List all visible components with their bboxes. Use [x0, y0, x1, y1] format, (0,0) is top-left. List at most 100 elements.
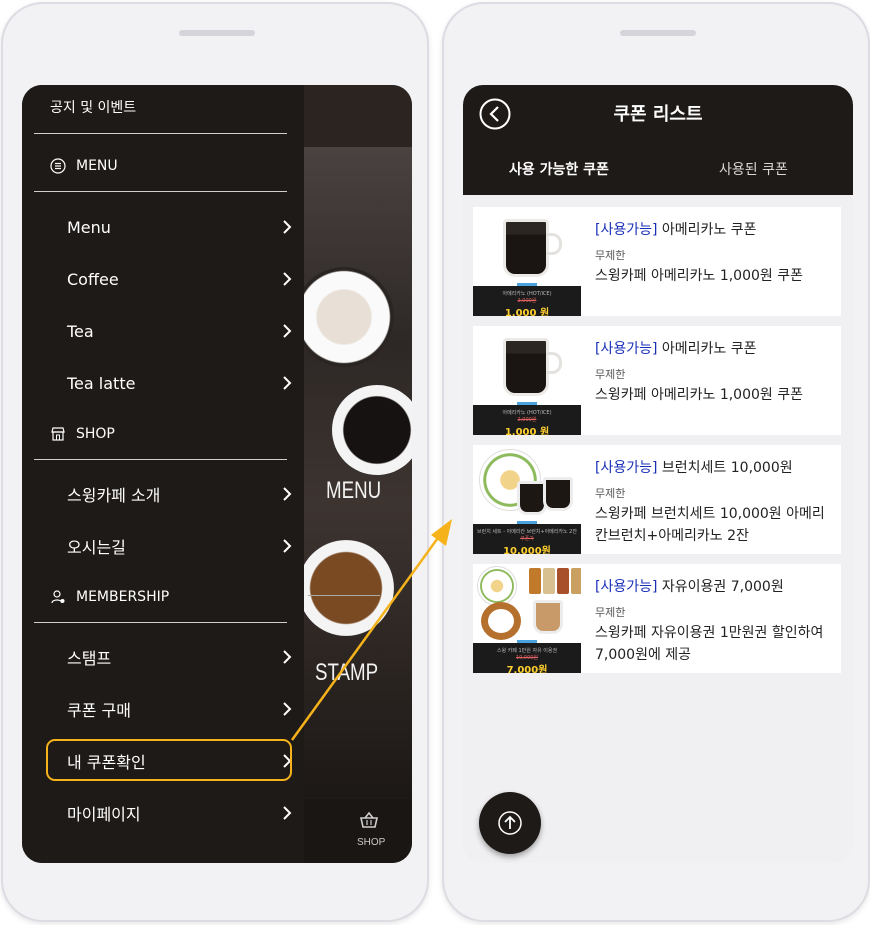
thumb-caption: 스윙 카페 1만원 자유 이용권 — [496, 648, 558, 654]
chevron-right-icon — [283, 220, 292, 234]
drawer-item-tea-latte[interactable]: Tea latte — [67, 367, 293, 399]
chevron-right-icon — [283, 324, 292, 338]
background-stamp-label[interactable]: STAMP — [315, 659, 378, 687]
section-menu-header: MENU — [50, 155, 118, 177]
tab-available-coupons[interactable]: 사용 가능한 쿠폰 — [509, 159, 609, 179]
section-menu-label: MENU — [76, 158, 118, 174]
section-shop-header: SHOP — [50, 423, 115, 445]
availability-tag: [사용가능] — [595, 341, 658, 357]
drawer-item-label: 마이페이지 — [67, 805, 141, 824]
coupon-name: 브런치세트 10,000원 — [657, 460, 793, 476]
speaker-grille — [179, 30, 255, 36]
thumb-caption: 아메리카노 (HOT/ICE) — [502, 291, 552, 297]
menu-list-icon — [50, 158, 66, 174]
coupon-card[interactable]: 브런치 세트 - 아메리칸 브런치+아메리카노 2잔 쿠폰가 10,000원 [… — [473, 445, 841, 554]
coupon-name: 자유이용권 7,000원 — [657, 579, 784, 595]
section-membership-header: MEMBERSHIP — [50, 586, 169, 608]
right-screen: 쿠폰 리스트 사용 가능한 쿠폰 사용된 쿠폰 아메리카노 (HOT/ICE) … — [463, 85, 853, 863]
coupon-card[interactable]: 스윙 카페 1만원 자유 이용권 10,000원 7,000원 [사용가능] 자… — [473, 564, 841, 673]
drawer-item-label: 쿠폰 구매 — [67, 701, 131, 720]
coupon-card[interactable]: 아메리카노 (HOT/ICE) 2,000원 1,000 원 [사용가능] 아메… — [473, 207, 841, 316]
coupon-thumbnail-americano: 아메리카노 (HOT/ICE) 2,000원 1,000 원 — [473, 207, 581, 316]
arrow-up-icon — [498, 811, 522, 835]
thumb-price: 1,000 원 — [504, 427, 550, 435]
thumb-caption: 아메리카노 (HOT/ICE) — [502, 410, 552, 416]
thumb-price: 10,000원 — [503, 546, 551, 554]
highlight-my-coupons-box — [46, 739, 292, 781]
divider — [34, 459, 287, 460]
chevron-right-icon — [283, 539, 292, 553]
availability-tag: [사용가능] — [595, 579, 658, 595]
drawer-item-stamp[interactable]: 스탬프 — [67, 641, 293, 673]
drawer-item-tea[interactable]: Tea — [67, 315, 293, 347]
availability-tag: [사용가능] — [595, 460, 658, 476]
store-icon — [51, 427, 65, 441]
chevron-right-icon — [283, 272, 292, 286]
chevron-right-icon — [283, 487, 292, 501]
left-phone-frame: MENU STAMP SHOP 공지 및 이벤트 MENU Menu Coffe… — [1, 2, 429, 922]
coupon-validity: 무제한 — [595, 606, 626, 619]
drawer-item-menu[interactable]: Menu — [67, 211, 293, 243]
page-title: 쿠폰 리스트 — [613, 104, 703, 125]
coupon-description: 스윙카페 자유이용권 1만원권 할인하여 7,000원에 제공 — [595, 625, 824, 663]
drawer-item-label: Tea — [67, 321, 94, 341]
notice-events-link[interactable]: 공지 및 이벤트 — [50, 97, 136, 117]
thumb-old-price: 2,000원 — [517, 417, 537, 423]
coupon-title: [사용가능] 브런치세트 10,000원 — [595, 457, 793, 477]
coupon-thumbnail-free-pass: 스윙 카페 1만원 자유 이용권 10,000원 7,000원 — [473, 564, 581, 673]
coupon-validity: 무제한 — [595, 487, 626, 500]
drawer-item-my-page[interactable]: 마이페이지 — [67, 797, 293, 829]
thumb-old-price: 10,000원 — [515, 655, 539, 661]
bottom-tab-shop-label[interactable]: SHOP — [357, 837, 385, 848]
drawer-item-directions[interactable]: 오시는길 — [67, 530, 293, 562]
coupon-title: [사용가능] 자유이용권 7,000원 — [595, 576, 784, 596]
shopping-basket-icon[interactable] — [359, 810, 379, 830]
bottom-tab-bar — [302, 799, 412, 863]
availability-tag: [사용가능] — [595, 222, 658, 238]
drawer-item-label: Tea latte — [67, 373, 136, 393]
drawer-item-coffee[interactable]: Coffee — [67, 263, 293, 295]
coupon-thumbnail-brunch: 브런치 세트 - 아메리칸 브런치+아메리카노 2잔 쿠폰가 10,000원 — [473, 445, 581, 554]
drawer-item-coupon-purchase[interactable]: 쿠폰 구매 — [67, 693, 293, 725]
scroll-to-top-button[interactable] — [479, 792, 541, 854]
drawer-item-label: Coffee — [67, 269, 119, 289]
coupon-name: 아메리카노 쿠폰 — [657, 341, 757, 357]
coupon-description: 스윙카페 아메리카노 1,000원 쿠폰 — [595, 387, 803, 403]
drawer-item-label: Menu — [67, 217, 111, 237]
thumb-old-price: 2,000원 — [517, 298, 537, 304]
coupon-title: [사용가능] 아메리카노 쿠폰 — [595, 219, 757, 239]
drawer-item-cafe-intro[interactable]: 스윙카페 소개 — [67, 478, 293, 510]
side-drawer-menu: 공지 및 이벤트 MENU Menu Coffee Tea Tea latte … — [22, 85, 304, 863]
background-menu-label[interactable]: MENU — [326, 477, 381, 505]
header-bar: 쿠폰 리스트 사용 가능한 쿠폰 사용된 쿠폰 — [463, 85, 853, 195]
left-screen: MENU STAMP SHOP 공지 및 이벤트 MENU Menu Coffe… — [22, 85, 412, 863]
speaker-grille — [620, 30, 696, 36]
chevron-right-icon — [283, 702, 292, 716]
thumb-price: 7,000원 — [506, 665, 548, 673]
background-coffee-photo — [302, 147, 412, 797]
coupon-validity: 무제한 — [595, 368, 626, 381]
chevron-right-icon — [283, 376, 292, 390]
section-membership-label: MEMBERSHIP — [76, 589, 170, 605]
drawer-item-label: 스탬프 — [67, 649, 112, 668]
membership-user-icon — [51, 590, 65, 604]
chevron-right-icon — [283, 650, 292, 664]
coupon-description: 스윙카페 브런치세트 10,000원 아메리칸브런치+아메리카노 2잔 — [595, 506, 825, 544]
section-shop-label: SHOP — [76, 426, 115, 442]
coupon-card[interactable]: 아메리카노 (HOT/ICE) 2,000원 1,000 원 [사용가능] 아메… — [473, 326, 841, 435]
drawer-item-label: 스윙카페 소개 — [67, 486, 161, 505]
coupon-validity: 무제한 — [595, 249, 626, 262]
right-phone-frame: 쿠폰 리스트 사용 가능한 쿠폰 사용된 쿠폰 아메리카노 (HOT/ICE) … — [442, 2, 870, 922]
chevron-right-icon — [283, 806, 292, 820]
thumb-price: 1,000 원 — [504, 308, 550, 316]
divider — [34, 133, 287, 134]
drawer-item-label: 오시는길 — [67, 538, 126, 557]
coupon-name: 아메리카노 쿠폰 — [657, 222, 757, 238]
coupon-title: [사용가능] 아메리카노 쿠폰 — [595, 338, 757, 358]
tab-used-coupons[interactable]: 사용된 쿠폰 — [719, 159, 788, 179]
coupon-thumbnail-americano: 아메리카노 (HOT/ICE) 2,000원 1,000 원 — [473, 326, 581, 435]
divider — [34, 191, 287, 192]
coupon-description: 스윙카페 아메리카노 1,000원 쿠폰 — [595, 268, 803, 284]
divider — [34, 622, 287, 623]
thumb-old-price: 쿠폰가 — [520, 536, 534, 542]
